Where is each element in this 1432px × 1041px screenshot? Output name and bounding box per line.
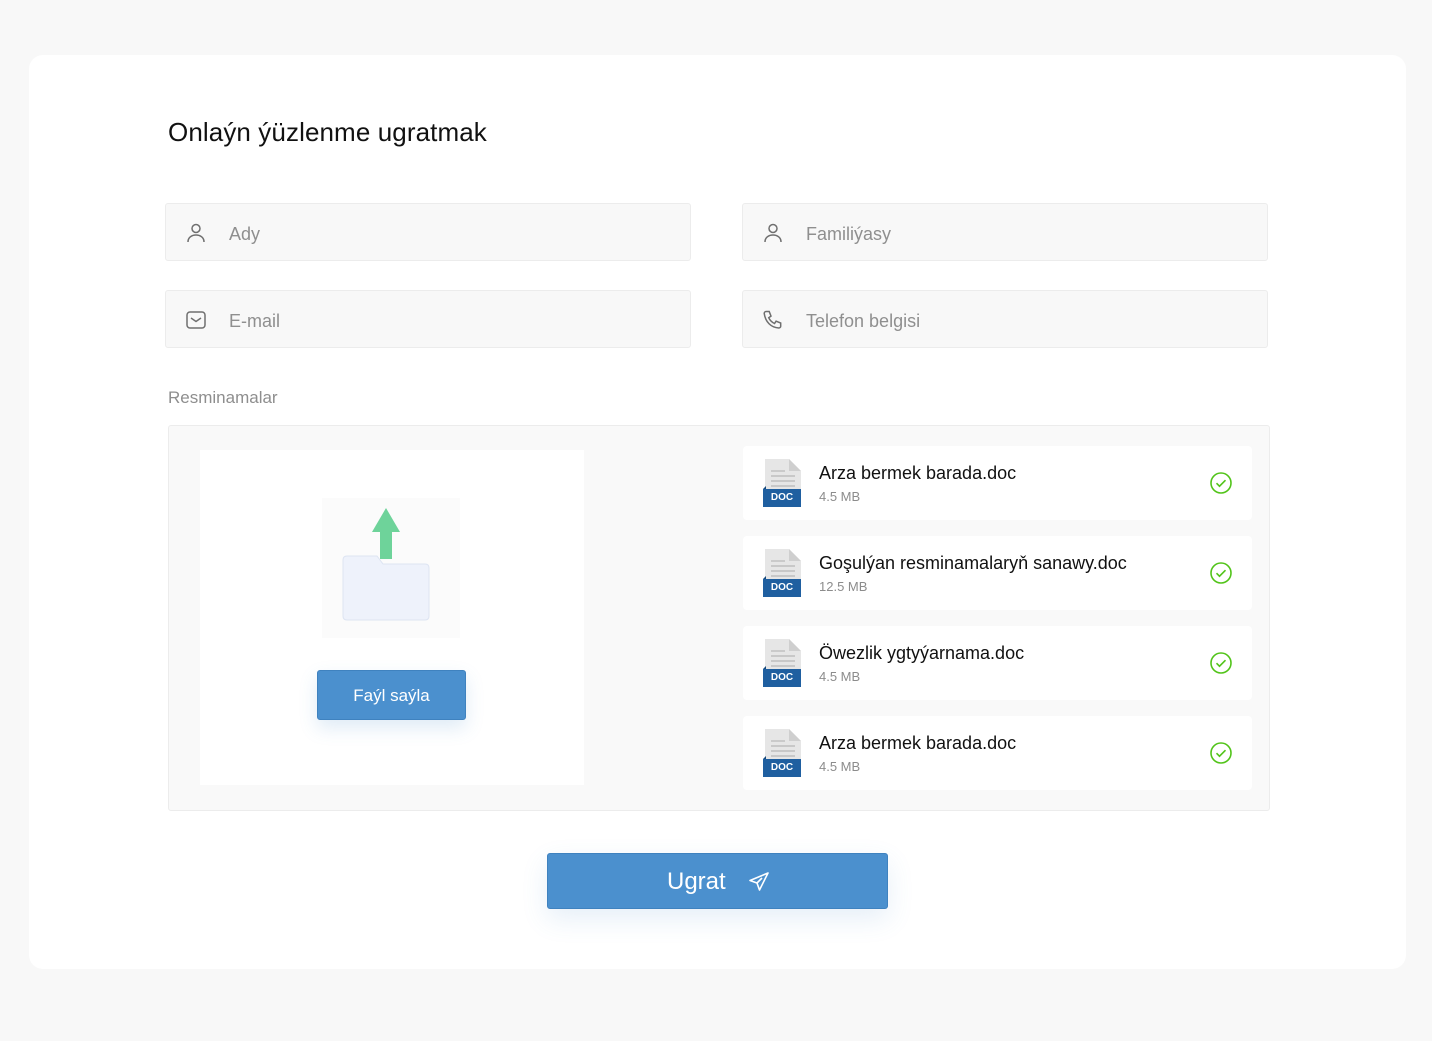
check-circle-icon <box>1210 472 1232 494</box>
doc-type-label: DOC <box>770 492 794 503</box>
last-name-field[interactable]: Familiýasy <box>742 203 1268 261</box>
file-name: Arza bermek barada.doc <box>819 733 1017 753</box>
phone-icon <box>763 310 782 329</box>
email-field[interactable]: E-mail <box>165 290 691 348</box>
file-size: 4.5 MB <box>819 759 861 774</box>
documents-label: Resminamalar <box>168 388 278 407</box>
file-name: Öwezlik ygtyýarnama.doc <box>819 643 1025 663</box>
upload-dropzone[interactable]: Faýl saýla <box>200 450 584 785</box>
form-card: Onlaýn ýüzlenme ugratmak Ady Familiýasy … <box>29 55 1406 969</box>
file-size: 4.5 MB <box>819 489 861 504</box>
doc-type-label: DOC <box>770 762 794 773</box>
doc-type-label: DOC <box>770 672 794 683</box>
file-item[interactable]: DOC Arza bermek barada.doc 4.5 MB <box>743 716 1252 790</box>
doc-type-label: DOC <box>770 582 794 593</box>
first-name-field[interactable]: Ady <box>165 203 691 261</box>
choose-file-button[interactable]: Faýl saýla <box>317 670 466 720</box>
page-title: Onlaýn ýüzlenme ugratmak <box>168 117 487 147</box>
folder-upload-icon <box>322 498 460 638</box>
file-item[interactable]: DOC Arza bermek barada.doc 4.5 MB <box>743 446 1252 520</box>
user-icon <box>187 223 205 243</box>
file-size: 4.5 MB <box>819 669 861 684</box>
check-circle-icon <box>1210 562 1232 584</box>
check-circle-icon <box>1210 652 1232 674</box>
documents-panel: Faýl saýla DOC Arza bermek barada.doc 4.… <box>168 425 1270 811</box>
send-icon <box>749 872 769 891</box>
mail-icon <box>186 311 206 329</box>
submit-label: Ugrat <box>667 868 726 895</box>
file-name: Goşulýan resminamalaryň sanawy.doc <box>819 553 1127 573</box>
user-icon <box>764 223 782 243</box>
first-name-placeholder: Ady <box>229 224 261 244</box>
email-placeholder: E-mail <box>229 311 281 331</box>
submit-button[interactable]: Ugrat <box>547 853 888 909</box>
file-size: 12.5 MB <box>819 579 868 594</box>
last-name-placeholder: Familiýasy <box>806 224 892 244</box>
check-circle-icon <box>1210 742 1232 764</box>
file-item[interactable]: DOC Öwezlik ygtyýarnama.doc 4.5 MB <box>743 626 1252 700</box>
phone-placeholder: Telefon belgisi <box>806 311 921 331</box>
file-name: Arza bermek barada.doc <box>819 463 1017 483</box>
file-item[interactable]: DOC Goşulýan resminamalaryň sanawy.doc 1… <box>743 536 1252 610</box>
phone-field[interactable]: Telefon belgisi <box>742 290 1268 348</box>
